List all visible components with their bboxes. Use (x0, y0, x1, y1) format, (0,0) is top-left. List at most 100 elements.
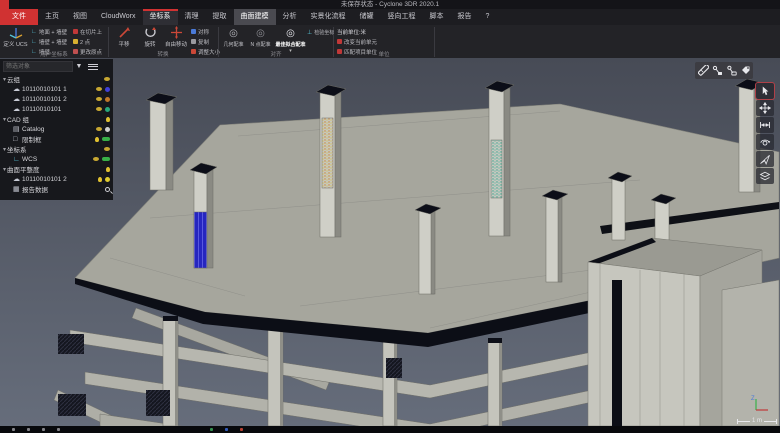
measure-icon[interactable] (697, 64, 709, 77)
tab-reality-workflow[interactable]: 实景化流程 (304, 9, 353, 25)
ribbon-tab-bar: 文件 主页 视图 CloudWorx 坐标系 清理 提取 曲面建模 分析 实景化… (0, 9, 780, 25)
layers-icon[interactable] (756, 168, 774, 184)
tree-item-clouds-group[interactable]: ▾ 云组 (0, 74, 113, 84)
eye-icon[interactable] (93, 157, 99, 161)
tab-tank[interactable]: 储罐 (353, 9, 381, 25)
measure-distance-icon[interactable] (756, 117, 774, 133)
duplicate-button[interactable]: 复制 (191, 37, 209, 46)
tree-item-coordinate-systems-group[interactable]: ▾ 坐标系 (0, 144, 113, 154)
taskbar-icon[interactable] (210, 428, 213, 431)
eye-icon[interactable] (96, 97, 102, 101)
tab-home[interactable]: 主页 (38, 9, 66, 25)
caret-icon[interactable]: ▾ (0, 116, 7, 123)
tree-item-limit-box[interactable]: □ 限制框 (0, 134, 113, 144)
two-points-button[interactable]: 2 点 (73, 37, 90, 46)
taskbar-icon[interactable] (240, 428, 243, 431)
hamburger-menu-icon[interactable] (88, 62, 98, 71)
tree-item-cad-group[interactable]: ▾ CAD 组 (0, 114, 113, 124)
symmetry-button[interactable]: 对称 (191, 27, 209, 36)
eye-icon[interactable] (104, 147, 110, 151)
tree-item-cloud-3[interactable]: ☁ 10110010101 (0, 104, 113, 114)
orbit-camera-icon[interactable] (756, 134, 774, 150)
tree-item-flatness-group[interactable]: ▾ 曲面平整度 (0, 164, 113, 174)
magnifier-icon[interactable] (105, 187, 110, 192)
axis-z-label: Z (751, 396, 755, 402)
tree-item-cloud-1[interactable]: ☁ 10110010101 1 (0, 84, 113, 94)
translate-button[interactable]: 平移 (112, 26, 136, 54)
tree-item-catalog[interactable]: ▤ Catalog (0, 124, 113, 134)
eye-icon[interactable] (104, 77, 110, 81)
label-pin-alt-icon[interactable] (725, 64, 737, 77)
folder-icon: ▤ (13, 125, 22, 133)
eye-icon[interactable] (96, 107, 102, 111)
taskbar-icon[interactable] (57, 428, 60, 431)
define-ucs-button[interactable]: 定义 UCS (1, 26, 30, 54)
view-toolbar (756, 83, 776, 184)
color-swatch[interactable] (105, 107, 110, 112)
eye-icon[interactable] (96, 87, 102, 91)
ucs-wall-wall-button[interactable]: ∟墙壁 + 墙壁 (31, 37, 67, 46)
tree-item-wcs[interactable]: ∟ WCS (0, 154, 113, 164)
label-pin-icon[interactable] (711, 64, 723, 77)
color-swatch[interactable] (105, 177, 110, 182)
tab-coordinate-system[interactable]: 坐标系 (143, 9, 178, 25)
search-input[interactable] (3, 61, 73, 72)
caret-icon[interactable]: ▾ (0, 166, 7, 173)
resize-button[interactable]: 调整大小 (191, 47, 220, 56)
fly-through-icon[interactable] (756, 151, 774, 167)
tab-report[interactable]: 报告 (451, 9, 479, 25)
free-move-icon (163, 26, 189, 41)
select-cursor-icon[interactable] (756, 83, 774, 99)
color-swatch[interactable] (102, 137, 110, 141)
tab-clean[interactable]: 清理 (178, 9, 206, 25)
color-swatch[interactable] (102, 157, 110, 161)
taskbar-icon[interactable] (42, 428, 45, 431)
rotate-icon (138, 26, 162, 41)
geometric-registration-button[interactable]: ◎ 几何配准 (221, 26, 246, 54)
tree-item-cloud-2[interactable]: ☁ 10110010101 2 (0, 94, 113, 104)
cloud-icon: ☁ (13, 175, 22, 183)
on-slice-button[interactable]: 在切片上 (73, 27, 102, 36)
two-points-icon (73, 39, 78, 44)
caret-icon[interactable]: ▾ (0, 146, 7, 153)
bulb-icon[interactable] (106, 117, 110, 122)
tab-cloudworx[interactable]: CloudWorx (94, 9, 143, 25)
tab-extract[interactable]: 提取 (206, 9, 234, 25)
bulb-icon[interactable] (106, 167, 110, 172)
color-swatch[interactable] (105, 97, 110, 102)
change-unit-button[interactable]: 改变当前单元 (337, 37, 377, 46)
bulb-icon[interactable] (95, 137, 99, 142)
axis-icon: ∟ (13, 156, 22, 163)
annotated-column-orange (322, 118, 333, 188)
tab-surface-modeling[interactable]: 曲面建模 (234, 9, 276, 25)
taskbar-icon[interactable] (225, 428, 228, 431)
filter-icon[interactable]: ▼ (73, 63, 85, 70)
tab-vertical-engineering[interactable]: 竖向工程 (381, 9, 423, 25)
change-origin-button[interactable]: 更改原点 (73, 47, 102, 56)
color-swatch[interactable] (105, 87, 110, 92)
tab-script[interactable]: 脚本 (423, 9, 451, 25)
ribbon-separator (434, 27, 435, 57)
match-project-unit-button[interactable]: 匹配项目单位 (337, 47, 377, 56)
taskbar-icon[interactable] (27, 428, 30, 431)
tab-file[interactable]: 文件 (0, 9, 38, 25)
tab-analysis[interactable]: 分析 (276, 9, 304, 25)
tab-view[interactable]: 视图 (66, 9, 94, 25)
taskbar-icon[interactable] (12, 428, 15, 431)
caret-icon[interactable]: ▾ (0, 76, 7, 83)
title-bar: 未保存状态 - Cyclone 3DR 2020.1 (0, 0, 780, 9)
check-coordinates-button[interactable]: ⊥检验坐标 (307, 28, 334, 37)
eye-icon[interactable] (96, 127, 102, 131)
tree-item-flatness-cloud[interactable]: ☁ 10110010101 2 (0, 174, 113, 184)
window-title: 未保存状态 - Cyclone 3DR 2020.1 (0, 0, 780, 9)
group-label-units: 单位 (378, 50, 389, 58)
pan-icon[interactable] (756, 100, 774, 116)
color-swatch[interactable] (105, 127, 110, 132)
tab-help[interactable]: ? (479, 9, 497, 25)
bulb-icon[interactable] (98, 177, 102, 182)
n-point-registration-button[interactable]: ◎ N 点配准 (248, 26, 273, 54)
3d-viewport[interactable] (0, 58, 780, 426)
ucs-ground-wall-button[interactable]: ∟地面 + 墙壁 (31, 27, 67, 36)
tag-icon[interactable] (739, 64, 751, 77)
tree-item-report-data[interactable]: ▦ 报告数据 (0, 184, 113, 194)
